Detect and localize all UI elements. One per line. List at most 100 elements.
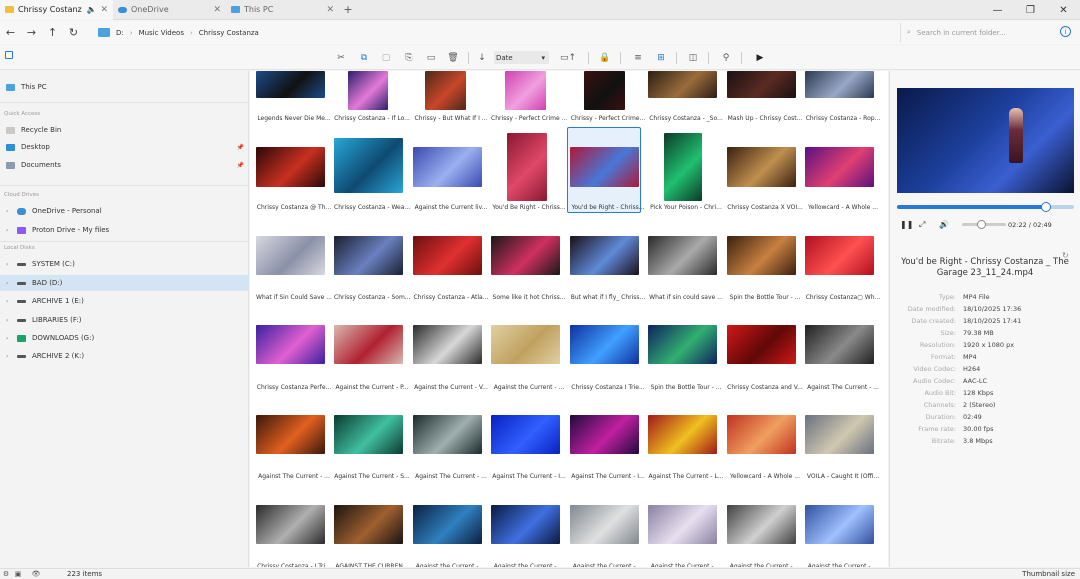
settings-icon[interactable]: ⚙ [0, 570, 12, 578]
delete-icon[interactable]: 🗑 [445, 50, 461, 66]
sidebar-item-disk-e[interactable]: › ARCHIVE 1 (E:) [0, 293, 249, 309]
video-thumbnail[interactable] [584, 71, 625, 110]
video-thumbnail[interactable] [256, 147, 325, 187]
video-thumbnail[interactable] [727, 415, 796, 454]
video-thumbnail[interactable] [648, 415, 717, 454]
video-thumbnail[interactable] [805, 236, 874, 275]
video-thumbnail[interactable] [805, 415, 874, 454]
pause-icon[interactable]: ❚❚ [900, 220, 913, 229]
video-thumbnail[interactable] [348, 71, 388, 110]
video-thumbnail[interactable] [256, 415, 325, 454]
sidebar-item-recycle-bin[interactable]: Recycle Bin [0, 122, 249, 138]
paste-icon[interactable]: ▢ [378, 50, 394, 66]
video-thumbnail[interactable] [507, 133, 547, 201]
image-icon[interactable]: ▣ [12, 570, 24, 578]
close-tab-icon[interactable]: ✕ [213, 5, 221, 15]
tab-chrissy-costanza[interactable]: Chrissy Costanza 🔈 ✕ [0, 0, 113, 20]
toggle-sidebar-icon[interactable] [5, 51, 13, 59]
video-thumbnail[interactable] [805, 505, 874, 544]
pin-icon[interactable]: 📌 [237, 162, 244, 169]
video-thumbnail[interactable] [491, 325, 560, 364]
chevron-right-icon[interactable]: › [6, 317, 11, 324]
volume-icon[interactable]: 🔊 [939, 220, 949, 229]
sidebar-item-desktop[interactable]: Desktop 📌 [0, 139, 249, 155]
tab-onedrive[interactable]: OneDrive ✕ [113, 0, 226, 20]
video-thumbnail[interactable] [413, 505, 482, 544]
video-thumbnail[interactable] [727, 505, 796, 544]
video-thumbnail[interactable] [805, 71, 874, 98]
video-thumbnail[interactable] [425, 71, 466, 110]
video-thumbnail[interactable] [413, 147, 482, 187]
tab-this-pc[interactable]: This PC ✕ [226, 0, 339, 20]
video-thumbnail[interactable] [334, 138, 403, 193]
play-icon[interactable]: ▶ [752, 50, 768, 66]
cut-icon[interactable]: ✂ [333, 50, 349, 66]
view-mode-label[interactable]: Thumbnail size [1022, 570, 1075, 578]
fullscreen-icon[interactable]: ⤢ [919, 220, 925, 230]
video-preview[interactable] [897, 88, 1074, 193]
chevron-right-icon[interactable]: › [6, 227, 11, 234]
video-thumbnail[interactable] [727, 325, 796, 364]
refresh-icon[interactable]: ↻ [63, 26, 84, 39]
preview-visibility-icon[interactable]: 👁 [30, 570, 42, 578]
sidebar-item-disk-c[interactable]: › SYSTEM (C:) [0, 256, 249, 272]
video-thumbnail[interactable] [491, 415, 560, 454]
video-thumbnail[interactable] [570, 325, 639, 364]
maximize-icon[interactable]: ❐ [1014, 0, 1047, 20]
rename-icon[interactable]: ⎘ [401, 50, 417, 66]
video-thumbnail[interactable] [805, 325, 874, 364]
video-thumbnail[interactable] [256, 71, 325, 98]
chevron-right-icon[interactable]: › [6, 353, 11, 360]
info-icon[interactable]: i [1060, 26, 1071, 37]
sort-direction-icon[interactable]: ↓ [474, 50, 490, 66]
video-thumbnail[interactable] [334, 325, 403, 364]
chevron-right-icon[interactable]: › [6, 208, 11, 215]
video-thumbnail[interactable] [570, 147, 639, 187]
sidebar-item-proton-drive[interactable]: › Proton Drive - My files [0, 222, 249, 238]
video-thumbnail[interactable] [256, 505, 325, 544]
dual-pane-icon[interactable]: ◫ [685, 50, 701, 66]
lock-icon[interactable]: 🔒 [597, 50, 613, 66]
chevron-right-icon[interactable]: › [6, 335, 11, 342]
video-thumbnail[interactable] [413, 415, 482, 454]
video-thumbnail[interactable] [727, 147, 796, 187]
chevron-right-icon[interactable]: › [6, 298, 11, 305]
up-icon[interactable]: ↑ [42, 26, 63, 39]
new-tab-button[interactable]: + [339, 3, 357, 16]
image-search-icon[interactable]: ⚲ [718, 50, 734, 66]
video-thumbnail[interactable] [648, 71, 717, 98]
seek-bar-progress[interactable] [897, 205, 1046, 209]
video-thumbnail[interactable] [413, 236, 482, 275]
video-thumbnail[interactable] [570, 236, 639, 275]
video-thumbnail[interactable] [334, 415, 403, 454]
sidebar-item-this-pc[interactable]: This PC [0, 79, 249, 95]
sidebar-item-disk-g[interactable]: › DOWNLOADS (G:) [0, 330, 249, 346]
minimize-icon[interactable]: — [981, 0, 1014, 20]
speaker-icon[interactable]: 🔈 [86, 5, 96, 14]
video-thumbnail[interactable] [491, 236, 560, 275]
grid-view-icon[interactable]: ⊞ [653, 50, 669, 66]
video-thumbnail[interactable] [256, 236, 325, 275]
breadcrumb-current-folder[interactable]: Chrissy Costanza [199, 29, 259, 37]
group-folders-icon[interactable]: ▭↑ [560, 50, 576, 66]
video-thumbnail[interactable] [570, 415, 639, 454]
video-thumbnail[interactable] [334, 505, 403, 544]
sort-select[interactable]: Date ▾ [494, 51, 549, 64]
copy-icon[interactable]: ⧉ [356, 50, 372, 66]
sidebar-item-onedrive[interactable]: › OneDrive - Personal [0, 203, 249, 219]
seek-handle[interactable] [1041, 202, 1051, 212]
video-thumbnail[interactable] [648, 505, 717, 544]
volume-handle[interactable] [977, 220, 986, 229]
video-thumbnail[interactable] [256, 325, 325, 364]
video-thumbnail[interactable] [727, 71, 796, 98]
sidebar-item-disk-k[interactable]: › ARCHIVE 2 (K:) [0, 348, 249, 364]
close-window-icon[interactable]: ✕ [1047, 0, 1080, 20]
search-box[interactable]: ⌕ Search in current folder... [900, 23, 1050, 42]
forward-icon[interactable]: → [21, 26, 42, 39]
video-thumbnail[interactable] [648, 236, 717, 275]
video-thumbnail[interactable] [491, 505, 560, 544]
close-tab-icon[interactable]: ✕ [100, 5, 108, 15]
close-tab-icon[interactable]: ✕ [326, 5, 334, 15]
sidebar-item-disk-f[interactable]: › LIBRARIES (F:) [0, 312, 249, 328]
video-thumbnail[interactable] [505, 71, 546, 110]
